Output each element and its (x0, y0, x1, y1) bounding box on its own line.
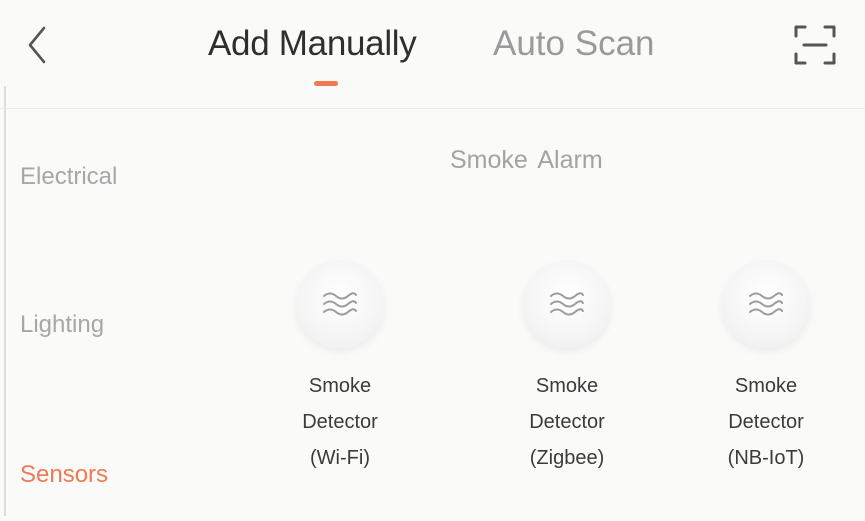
scan-button[interactable] (790, 20, 840, 70)
left-edge-line (4, 86, 6, 516)
smoke-detector-icon (296, 260, 384, 348)
chevron-left-icon (28, 26, 46, 64)
active-tab-indicator (314, 81, 338, 86)
tab-auto-scan[interactable]: Auto Scan (493, 22, 655, 66)
smoke-detector-icon (523, 260, 611, 348)
device-label: Smoke Detector (Zigbee) (487, 368, 647, 476)
device-label-line: (Zigbee) (529, 447, 605, 469)
header-divider (0, 108, 865, 109)
device-label-line: (Wi-Fi) (310, 447, 370, 469)
scan-frame-icon (794, 25, 836, 65)
smoke-waves-icon (323, 292, 357, 316)
device-label-line: Smoke (308, 375, 372, 397)
smoke-waves-icon (749, 292, 783, 316)
device-label-line: Detector (302, 411, 378, 433)
device-label-line: Smoke (734, 375, 798, 397)
device-label-line: Detector (728, 411, 804, 433)
device-tile-smoke-detector-zigbee[interactable]: Smoke Detector (Zigbee) (487, 260, 647, 490)
back-button[interactable] (18, 20, 58, 70)
device-tile-smoke-detector-nb-iot[interactable]: Smoke Detector (NB-IoT) (686, 260, 846, 490)
device-label: Smoke Detector (Wi-Fi) (260, 368, 420, 476)
device-label-line: Smoke (535, 375, 599, 397)
smoke-detector-icon (722, 260, 810, 348)
tab-add-manually[interactable]: Add Manually (208, 22, 417, 66)
sidebar-item-lighting[interactable]: Lighting (20, 310, 104, 340)
add-device-screen: Add Manually Auto Scan Electrical Lighti… (0, 0, 865, 521)
device-label-line: Detector (529, 411, 605, 433)
device-tile-smoke-detector-wifi[interactable]: Smoke Detector (Wi-Fi) (260, 260, 420, 490)
sidebar-item-sensors[interactable]: Sensors (20, 460, 108, 490)
device-label: Smoke Detector (NB-IoT) (686, 368, 846, 476)
sidebar-item-electrical[interactable]: Electrical (20, 162, 117, 192)
section-title: Smoke Alarm (450, 146, 603, 174)
smoke-waves-icon (550, 292, 584, 316)
device-label-line: (NB-IoT) (727, 447, 805, 469)
